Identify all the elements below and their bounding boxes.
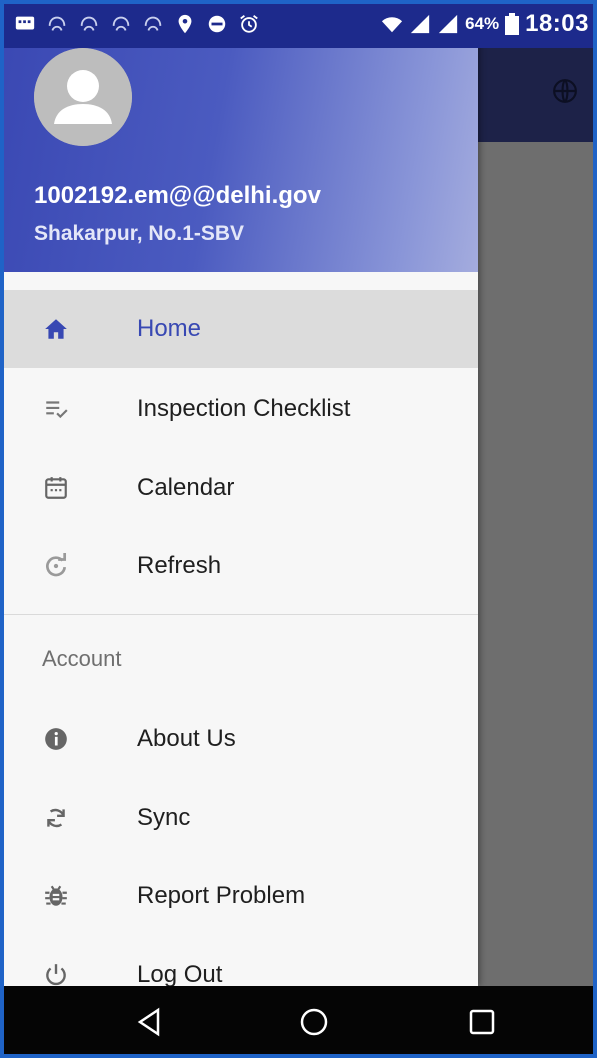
user-email: 1002192.em@@delhi.gov — [34, 182, 321, 209]
do-not-disturb-icon — [208, 15, 226, 33]
notification-icon — [144, 16, 162, 31]
info-icon — [42, 725, 70, 753]
sync-icon — [42, 804, 70, 832]
menu-item-label: Home — [137, 315, 202, 342]
message-icon — [15, 16, 35, 30]
menu-item-home[interactable]: Home — [4, 290, 478, 368]
refresh-icon — [42, 552, 70, 580]
status-time: 18:03 — [525, 10, 589, 37]
menu-item-refresh[interactable]: Refresh — [4, 527, 478, 605]
menu-item-label: Log Out — [137, 961, 223, 988]
globe-icon[interactable] — [552, 78, 578, 104]
notification-icon — [80, 16, 98, 31]
status-right-icons: 64% 18:03 — [381, 10, 589, 38]
menu-item-label: About Us — [137, 725, 236, 752]
signal-icon — [438, 14, 458, 34]
navigation-drawer: 1002192.em@@delhi.gov Shakarpur, No.1-SB… — [4, 4, 478, 989]
signal-icon — [410, 14, 430, 34]
location-icon — [178, 14, 192, 34]
system-navigation-bar — [4, 986, 593, 1054]
calendar-icon — [42, 474, 70, 502]
menu-item-label: Report Problem — [137, 882, 306, 909]
menu-item-about-us[interactable]: About Us — [4, 700, 478, 778]
menu-item-inspection-checklist[interactable]: Inspection Checklist — [4, 370, 478, 448]
avatar[interactable] — [34, 48, 132, 146]
checklist-icon — [42, 395, 70, 423]
battery-icon — [505, 13, 520, 35]
home-icon — [42, 315, 70, 343]
user-location: Shakarpur, No.1-SBV — [34, 222, 245, 245]
menu-item-sync[interactable]: Sync — [4, 779, 478, 857]
wifi-icon — [381, 17, 403, 33]
menu-item-label: Calendar — [137, 474, 235, 501]
alarm-icon — [240, 15, 258, 33]
back-icon[interactable] — [132, 1004, 168, 1040]
screen-frame: 64% 18:03 ues 1002192.em@@delhi.gov Shak… — [0, 0, 597, 1058]
drawer-divider — [4, 614, 478, 615]
menu-item-label: Inspection Checklist — [137, 395, 351, 422]
account-section-title: Account — [42, 646, 122, 671]
menu-item-label: Refresh — [137, 552, 222, 579]
status-bar: 64% 18:03 — [4, 4, 593, 48]
menu-item-calendar[interactable]: Calendar — [4, 449, 478, 527]
menu-item-label: Sync — [137, 804, 191, 831]
notification-icon — [48, 16, 66, 31]
battery-percent: 64% — [465, 14, 500, 33]
recent-apps-icon[interactable] — [464, 1004, 500, 1040]
power-icon — [42, 961, 70, 989]
menu-item-report-problem[interactable]: Report Problem — [4, 857, 478, 935]
user-icon — [34, 48, 132, 146]
home-button-icon[interactable] — [296, 1004, 332, 1040]
bug-icon — [42, 882, 70, 910]
status-left-icons — [14, 13, 260, 35]
notification-icon — [112, 16, 130, 31]
